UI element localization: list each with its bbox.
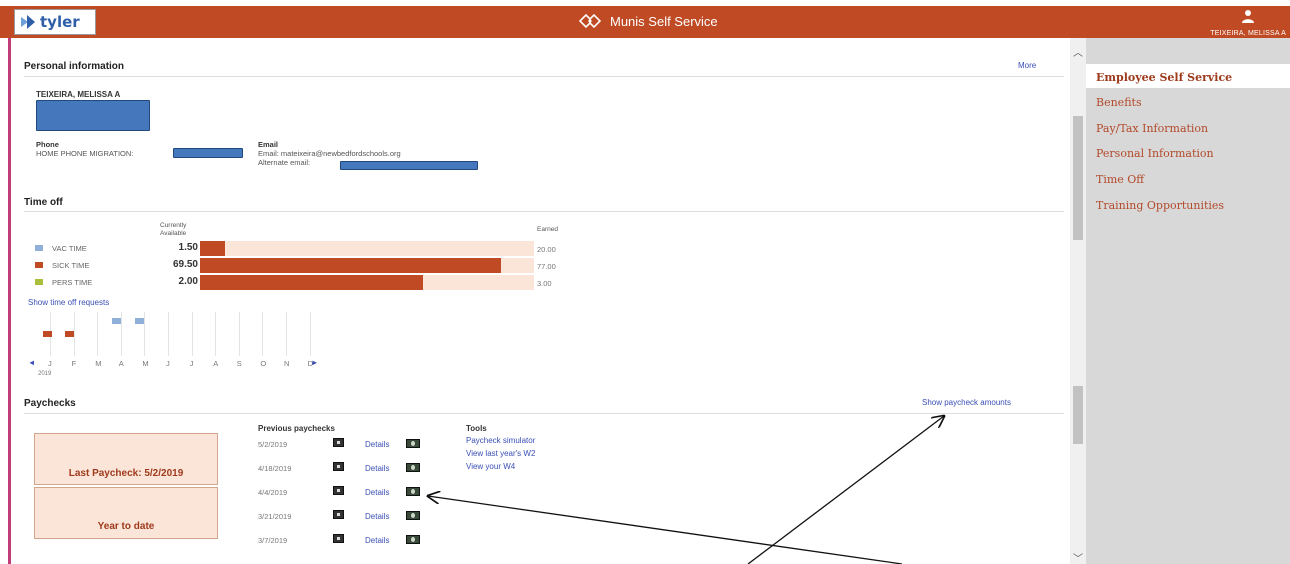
arrow-to-details bbox=[428, 496, 903, 564]
arrow-to-show-amounts bbox=[747, 416, 944, 564]
annotation-arrows bbox=[0, 0, 1290, 564]
